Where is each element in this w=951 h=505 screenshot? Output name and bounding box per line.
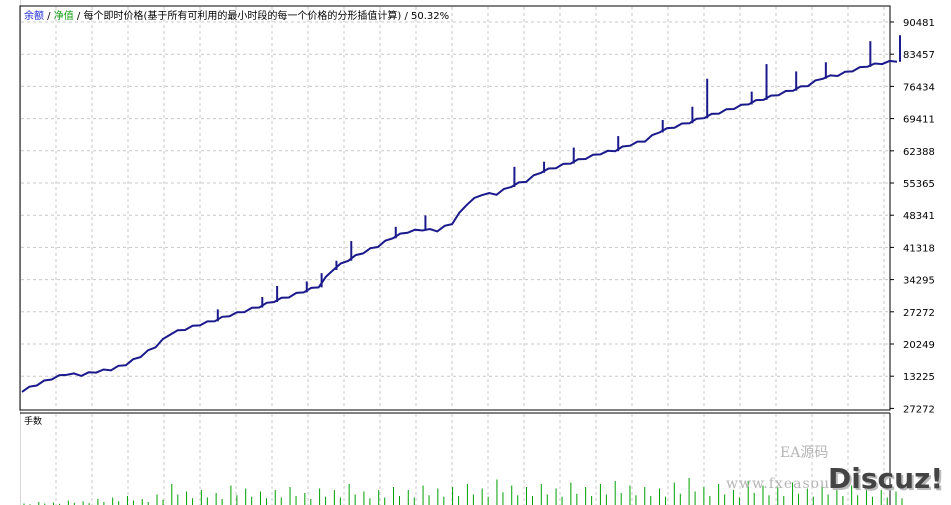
equity-chart: 90481 83457 76434 69411 62388 55365 48341 41318… [19,5,935,505]
header-separator: / [44,11,54,22]
y-tick-label: 76434 [903,82,935,93]
y-tick-label: 62388 [903,147,935,158]
y-tick-label: 20249 [903,340,935,351]
y-tick-label: 83457 [903,50,935,61]
y-tick-label: 27272 [903,404,935,415]
header-separator: / [401,11,412,22]
watermark-url: www.fxeasour [726,476,838,492]
chart-window[interactable]: 90481 83457 76434 69411 62388 55365 48341 41318… [0,0,951,505]
y-tick-label: 48341 [903,211,935,222]
y-tick-label: 90481 [903,18,935,29]
y-tick-label: 69411 [903,115,935,126]
equity-line [21,59,898,393]
modelling-quality: 50.32% [411,11,450,22]
y-tick-label: 41318 [903,243,935,254]
y-tick-label: 55365 [903,179,935,190]
volume-panel-title: 手数 [24,417,43,427]
y-tick-label: 13225 [903,372,935,383]
balance-label: 余额 [24,11,44,22]
model-description: 每个即时价格(基于所有可利用的最小时段的每一个价格的分形插值计算) [83,11,402,22]
chart-header: 余额 / 净值 / 每个即时价格(基于所有可利用的最小时段的每一个价格的分形插值… [24,10,449,24]
y-tick-label: 27272 [903,308,935,319]
equity-label: 净值 [53,11,74,22]
discuz-logo: Discuz! [828,462,944,495]
watermark-text: EA源码 [780,445,829,461]
header-separator: / [73,11,84,22]
y-tick-label: 34295 [903,276,935,287]
